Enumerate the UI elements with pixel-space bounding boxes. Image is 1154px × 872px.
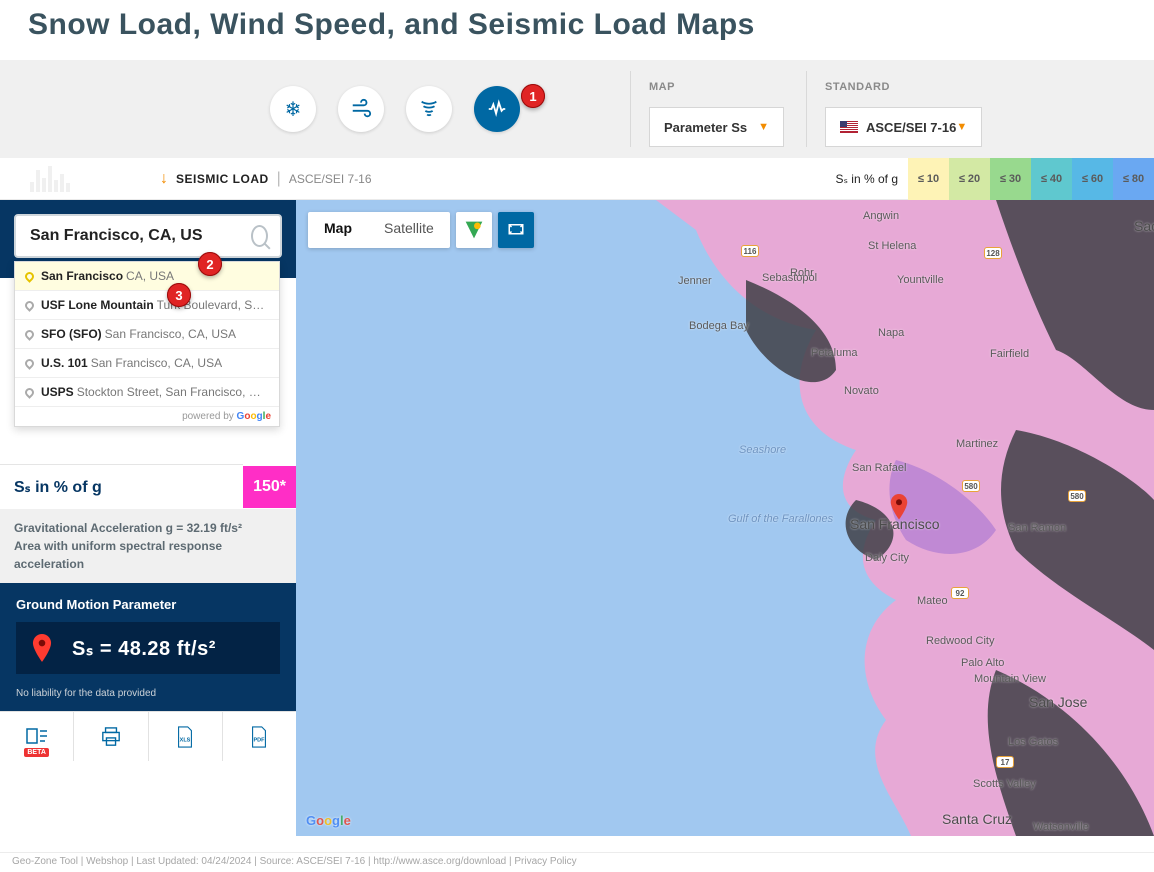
map-place-label: Seashore bbox=[739, 444, 786, 456]
scale-chip: ≤ 60 bbox=[1072, 158, 1113, 200]
scale-chip: ≤ 40 bbox=[1031, 158, 1072, 200]
map-canvas[interactable]: Map Satellite Google Jenner Bodega Bay Ang… bbox=[296, 200, 1154, 836]
svg-text:PDF: PDF bbox=[254, 737, 266, 743]
pdf-export-button[interactable]: PDF bbox=[223, 712, 296, 761]
map-place-label: San Francisco bbox=[850, 516, 939, 532]
map-place-label: Rohr bbox=[790, 267, 814, 279]
map-place-label: Gulf of the Farallones bbox=[728, 513, 833, 525]
selector-bar: ❄ MAP Parameter Ss▼ STANDARD ASCE/SEI 7-… bbox=[0, 60, 1154, 158]
search-input[interactable] bbox=[28, 226, 251, 246]
search-icon[interactable] bbox=[251, 225, 268, 247]
map-place-label: Novato bbox=[844, 385, 879, 397]
fullscreen-button[interactable] bbox=[498, 212, 534, 248]
xls-export-button[interactable]: XLS bbox=[149, 712, 223, 761]
tornado-icon[interactable] bbox=[406, 86, 452, 132]
us-flag-icon bbox=[840, 121, 858, 133]
down-arrow-icon: ↓ bbox=[160, 170, 168, 188]
print-button[interactable] bbox=[74, 712, 148, 761]
autocomplete-dropdown: San FranciscoCA, USAUSF Lone MountainTur… bbox=[14, 261, 280, 427]
marker-icon bbox=[32, 634, 52, 662]
map-place-label: Watsonville bbox=[1033, 821, 1089, 833]
disclaimer-text: No liability for the data provided bbox=[16, 688, 280, 699]
scale-unit-label: Sₛ in % of g bbox=[835, 172, 898, 186]
result-value-badge: 150* bbox=[243, 466, 296, 508]
scale-chip: ≤ 80 bbox=[1113, 158, 1154, 200]
map-place-label: Petaluma bbox=[811, 347, 857, 359]
map-place-label: San Jose bbox=[1029, 694, 1087, 710]
route-shield-icon: 17 bbox=[996, 756, 1014, 768]
route-shield-icon: 128 bbox=[984, 247, 1002, 259]
streetview-button[interactable] bbox=[456, 212, 492, 248]
scale-chip: ≤ 10 bbox=[908, 158, 949, 200]
google-logo: Google bbox=[306, 813, 351, 828]
callout-badge: 2 bbox=[198, 252, 222, 276]
map-place-label: Angwin bbox=[863, 210, 899, 222]
map-param-select[interactable]: Parameter Ss▼ bbox=[649, 107, 784, 147]
section-export-button[interactable]: BETA bbox=[0, 712, 74, 761]
page-title: Snow Load, Wind Speed, and Seismic Load … bbox=[28, 8, 1154, 42]
map-place-label: Martinez bbox=[956, 438, 998, 450]
map-place-label: San Ramon bbox=[1008, 522, 1066, 534]
snow-icon[interactable]: ❄ bbox=[270, 86, 316, 132]
result-header: Sₛ in % of g 150* bbox=[0, 464, 296, 509]
callout-badge: 3 bbox=[167, 283, 191, 307]
map-place-label: Santa Cruz bbox=[942, 811, 1012, 827]
map-param-label: MAP bbox=[649, 81, 784, 93]
route-shield-icon: 116 bbox=[741, 245, 759, 257]
satellite-tab[interactable]: Satellite bbox=[368, 212, 450, 248]
scale-chip: ≤ 30 bbox=[990, 158, 1031, 200]
wind-icon[interactable] bbox=[338, 86, 384, 132]
map-place-label: San Rafael bbox=[852, 462, 906, 474]
autocomplete-item[interactable]: SFO (SFO)San Francisco, CA, USA bbox=[15, 320, 279, 349]
map-place-label: Mountain View bbox=[974, 673, 1046, 685]
route-shield-icon: 92 bbox=[951, 587, 969, 599]
search-box[interactable] bbox=[14, 214, 282, 258]
bars-decoration-icon bbox=[30, 166, 70, 192]
load-standard-label: ASCE/SEI 7-16 bbox=[289, 172, 372, 186]
load-type-label: SEISMIC LOAD bbox=[176, 172, 269, 186]
route-shield-icon: 580 bbox=[1068, 490, 1086, 502]
route-shield-icon: 580 bbox=[962, 480, 980, 492]
standard-label: STANDARD bbox=[825, 81, 982, 93]
standard-select[interactable]: ASCE/SEI 7-16▼ bbox=[825, 107, 982, 147]
map-place-label: Napa bbox=[878, 327, 904, 339]
map-place-label: Scotts Valley bbox=[973, 778, 1036, 790]
svg-text:XLS: XLS bbox=[180, 737, 191, 743]
ground-motion-value: Sₛ = 48.28 ft/s² bbox=[72, 636, 216, 661]
map-place-label: Daly City bbox=[865, 552, 909, 564]
map-place-label: Mateo bbox=[917, 595, 948, 607]
map-place-label: Redwood City bbox=[926, 635, 994, 647]
map-place-label: Bodega Bay bbox=[689, 320, 749, 332]
result-note: Gravitational Acceleration g = 32.19 ft/… bbox=[0, 509, 296, 583]
map-place-label: Sac bbox=[1134, 218, 1154, 234]
scale-chip: ≤ 20 bbox=[949, 158, 990, 200]
seismic-icon[interactable] bbox=[474, 86, 520, 132]
map-place-label: St Helena bbox=[868, 240, 916, 252]
map-place-label: Los Gatos bbox=[1008, 736, 1058, 748]
callout-badge: 1 bbox=[521, 84, 545, 108]
legend-bar: ↓ SEISMIC LOAD | ASCE/SEI 7-16 Sₛ in % o… bbox=[0, 158, 1154, 200]
autocomplete-item[interactable]: USPSStockton Street, San Francisco, CA, … bbox=[15, 378, 279, 407]
export-toolbar: BETA XLS PDF bbox=[0, 711, 296, 761]
map-place-label: Fairfield bbox=[990, 348, 1029, 360]
ground-motion-panel: Ground Motion Parameter Sₛ = 48.28 ft/s²… bbox=[0, 583, 296, 711]
autocomplete-item[interactable]: USF Lone MountainTurk Boulevard, San Fra… bbox=[15, 291, 279, 320]
autocomplete-item[interactable]: San FranciscoCA, USA bbox=[15, 262, 279, 291]
map-place-label: Jenner bbox=[678, 275, 712, 287]
autocomplete-item[interactable]: U.S. 101San Francisco, CA, USA bbox=[15, 349, 279, 378]
map-tab[interactable]: Map bbox=[308, 212, 368, 248]
map-place-label: Palo Alto bbox=[961, 657, 1004, 669]
footer-text: Geo-Zone Tool | Webshop | Last Updated: … bbox=[0, 852, 1154, 872]
map-place-label: Yountville bbox=[897, 274, 944, 286]
sidebar: San FranciscoCA, USAUSF Lone MountainTur… bbox=[0, 200, 296, 836]
